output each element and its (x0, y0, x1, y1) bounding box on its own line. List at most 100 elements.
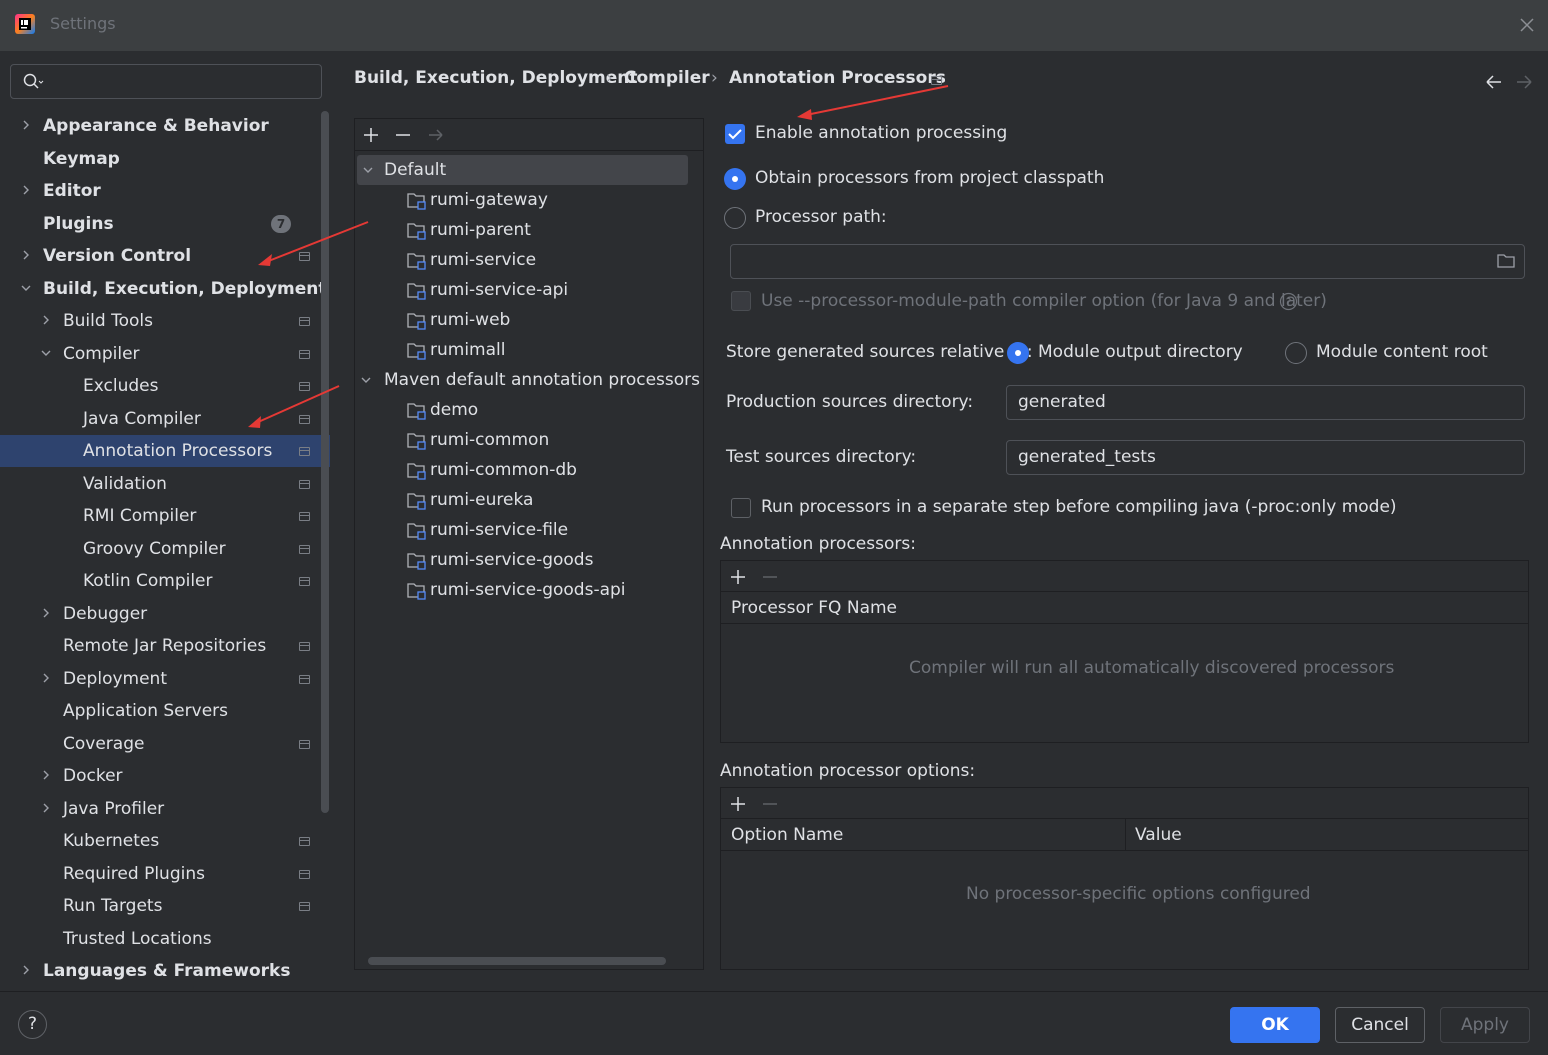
profile-group-row[interactable]: Default (357, 155, 688, 185)
chevron-right-icon[interactable] (39, 793, 53, 825)
module-row[interactable]: rumi-web (355, 305, 703, 335)
breadcrumb-item[interactable]: Build, Execution, Deployment (354, 68, 638, 88)
chevron-right-icon[interactable] (39, 760, 53, 792)
chevron-right-icon[interactable] (19, 240, 33, 272)
obtain-classpath-radio[interactable] (724, 168, 746, 190)
sidebar-item[interactable]: Annotation Processors (0, 435, 330, 467)
chevron-down-icon[interactable] (19, 273, 33, 305)
profile-group-row[interactable]: Maven default annotation processors pro (355, 365, 703, 395)
sidebar-item-label: Version Control (43, 246, 192, 266)
chevron-right-icon[interactable] (39, 305, 53, 337)
sidebar-item[interactable]: Run Targets (0, 890, 330, 922)
module-output-label[interactable]: Module output directory (1038, 342, 1243, 362)
breadcrumb-item[interactable]: Compiler (624, 68, 710, 88)
chevron-down-icon[interactable] (39, 338, 53, 370)
module-row[interactable]: rumi-common (355, 425, 703, 455)
module-row[interactable]: rumi-service-goods (355, 545, 703, 575)
module-content-label[interactable]: Module content root (1316, 342, 1488, 362)
sidebar-item[interactable]: Validation (0, 468, 330, 500)
sidebar-item[interactable]: Required Plugins (0, 858, 330, 890)
sidebar-item[interactable]: Groovy Compiler (0, 533, 330, 565)
tree-horizontal-scrollbar[interactable] (368, 957, 666, 965)
processor-fq-name-header[interactable]: Processor FQ Name (721, 592, 1528, 624)
module-row[interactable]: rumi-eureka (355, 485, 703, 515)
processor-path-field[interactable] (730, 244, 1525, 279)
add-processor-icon[interactable] (730, 569, 746, 585)
forward-arrow-icon[interactable] (1517, 75, 1532, 89)
module-row[interactable]: rumi-service (355, 245, 703, 275)
sidebar-item[interactable]: Kotlin Compiler (0, 565, 330, 597)
sidebar-item[interactable]: Editor (0, 175, 330, 207)
sidebar-item[interactable]: Java Compiler (0, 403, 330, 435)
help-tooltip-icon[interactable]: ? (1279, 292, 1298, 311)
sidebar-item[interactable]: Kubernetes (0, 825, 330, 857)
remove-icon[interactable] (395, 127, 411, 143)
sidebar-item[interactable]: Java Profiler (0, 793, 330, 825)
enable-processing-checkbox[interactable] (725, 124, 745, 144)
module-row[interactable]: rumi-service-api (355, 275, 703, 305)
remove-processor-icon[interactable] (762, 569, 778, 585)
sidebar-item[interactable]: Application Servers (0, 695, 330, 727)
tree-toolbar (355, 119, 703, 151)
add-option-icon[interactable] (730, 796, 746, 812)
module-output-radio[interactable] (1007, 342, 1029, 364)
chevron-down-icon[interactable] (359, 365, 373, 395)
module-path-checkbox[interactable] (731, 291, 751, 311)
test-dir-input[interactable]: generated_tests (1006, 440, 1525, 475)
sidebar-item[interactable]: Compiler (0, 338, 330, 370)
separate-step-label[interactable]: Run processors in a separate step before… (761, 497, 1397, 517)
sidebar-item[interactable]: Debugger (0, 598, 330, 630)
chevron-right-icon[interactable] (19, 175, 33, 207)
sidebar-item[interactable]: Deployment (0, 663, 330, 695)
processor-path-radio[interactable] (724, 207, 746, 229)
chevron-right-icon[interactable] (19, 955, 33, 987)
production-dir-input[interactable]: generated (1006, 385, 1525, 420)
enable-processing-label[interactable]: Enable annotation processing (755, 123, 1007, 143)
module-row[interactable]: rumi-service-file (355, 515, 703, 545)
chevron-right-icon[interactable] (39, 663, 53, 695)
sidebar-item[interactable]: Version Control (0, 240, 330, 272)
module-label: rumi-gateway (430, 190, 548, 210)
add-icon[interactable] (363, 127, 379, 143)
separate-step-checkbox[interactable] (731, 498, 751, 518)
module-row[interactable]: rumi-common-db (355, 455, 703, 485)
remove-option-icon[interactable] (762, 796, 778, 812)
module-content-radio[interactable] (1285, 342, 1307, 364)
obtain-classpath-label[interactable]: Obtain processors from project classpath (755, 168, 1104, 188)
sidebar-scrollbar[interactable] (321, 111, 329, 813)
sidebar-item[interactable]: Plugins 7 (0, 208, 330, 240)
sidebar-item[interactable]: Docker (0, 760, 330, 792)
sidebar-item[interactable]: Build, Execution, Deployment (0, 273, 330, 305)
sidebar-item[interactable]: Trusted Locations (0, 923, 330, 955)
cancel-button[interactable]: Cancel (1335, 1007, 1425, 1043)
sidebar-item[interactable]: Remote Jar Repositories (0, 630, 330, 662)
sidebar-item[interactable]: Languages & Frameworks (0, 955, 330, 987)
folder-browse-icon[interactable] (1496, 252, 1516, 270)
sidebar-item-label: Required Plugins (63, 863, 205, 884)
back-arrow-icon[interactable] (1486, 75, 1501, 89)
option-name-header[interactable]: Option Name (721, 819, 1126, 851)
chevron-right-icon[interactable] (39, 598, 53, 630)
ok-button[interactable]: OK (1230, 1007, 1320, 1043)
module-row[interactable]: demo (355, 395, 703, 425)
sidebar-item[interactable]: Coverage (0, 728, 330, 760)
sidebar-item[interactable]: Excludes (0, 370, 330, 402)
sidebar-item[interactable]: Build Tools (0, 305, 330, 337)
chevron-right-icon[interactable] (19, 110, 33, 142)
module-row[interactable]: rumi-gateway (355, 185, 703, 215)
module-row[interactable]: rumi-parent (355, 215, 703, 245)
help-button[interactable]: ? (18, 1010, 47, 1039)
processor-path-label[interactable]: Processor path: (755, 207, 887, 227)
sidebar-item[interactable]: Keymap (0, 143, 330, 175)
chevron-down-icon[interactable] (361, 155, 375, 185)
module-row[interactable]: rumi-service-goods-api (355, 575, 703, 605)
apply-button[interactable]: Apply (1440, 1007, 1530, 1043)
search-input[interactable] (10, 64, 322, 99)
module-row[interactable]: rumimall (355, 335, 703, 365)
sidebar-item[interactable]: RMI Compiler (0, 500, 330, 532)
close-icon[interactable] (1518, 16, 1536, 34)
module-folder-icon (407, 523, 426, 540)
sidebar-item[interactable]: Appearance & Behavior (0, 110, 330, 142)
move-icon[interactable] (428, 127, 444, 143)
option-value-header[interactable]: Value (1126, 819, 1528, 851)
